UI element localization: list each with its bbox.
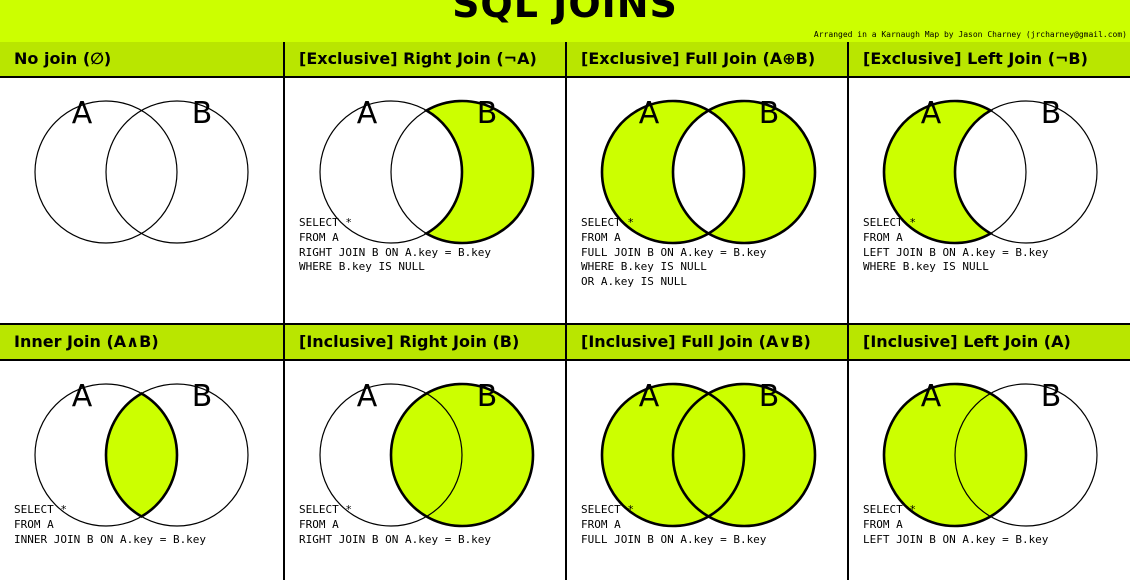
sql-line: SELECT *: [863, 503, 916, 516]
sql-line: SELECT *: [581, 216, 634, 229]
venn-diagram: AB: [0, 78, 282, 248]
sql-line: SELECT *: [14, 503, 67, 516]
sql-line: FROM A: [581, 517, 621, 531]
label-a: A: [639, 96, 660, 131]
panel-exclusive-left-join: [Exclusive] Left Join (¬B) A B SELECT * FR…: [847, 42, 1130, 325]
sql-line: SELECT *: [581, 503, 634, 516]
sql-line: FROM A: [581, 230, 621, 244]
label-a: A: [921, 96, 942, 131]
label-a: A: [921, 379, 942, 414]
join-grid: No join (∅) AB [Exclusive] Right Join (¬…: [0, 42, 1130, 580]
label-a: A: [72, 379, 93, 414]
sql-line: RIGHT JOIN B ON A.key = B.key: [299, 245, 492, 259]
panel-title: [Inclusive] Left Join (A): [849, 325, 1130, 361]
sql-line: INNER JOIN B ON A.key = B.key: [14, 532, 207, 546]
sql-code: SELECT * FROM A FULL JOIN B ON A.key = B.k…: [581, 216, 766, 290]
panel-title: [Exclusive] Full Join (A⊕B): [567, 42, 847, 78]
sql-line: FROM A: [14, 517, 54, 531]
label-a: A: [72, 96, 93, 131]
sql-line: FULL JOIN B ON A.key = B.key: [581, 532, 767, 546]
sql-line: RIGHT JOIN B ON A.key = B.key: [299, 532, 492, 546]
panel-exclusive-right-join: [Exclusive] Right Join (¬A) A B SELECT * F…: [283, 42, 565, 325]
sql-line: FROM A: [299, 230, 339, 244]
panel-inclusive-right-join: [Inclusive] Right Join (B) A B SELECT * FR…: [283, 325, 565, 580]
label-b: B: [759, 379, 780, 414]
sql-line: SELECT *: [299, 216, 352, 229]
sql-line: FROM A: [299, 517, 339, 531]
venn-svg: AB: [34, 96, 249, 244]
panel-inclusive-full-join: [Inclusive] Full Join (A∨B) AB SELECT * F…: [565, 325, 847, 580]
credit-line: Arranged in a Karnaugh Map by Jason Char…: [813, 30, 1127, 39]
panel-title: [Inclusive] Right Join (B): [285, 325, 565, 361]
region-intersection: [106, 393, 177, 517]
sql-line: WHERE B.key IS NULL: [581, 260, 707, 274]
sql-line: FULL JOIN B ON A.key = B.key: [581, 245, 767, 259]
panel-title: No join (∅): [0, 42, 283, 78]
sql-code: SELECT * FROM A RIGHT JOIN B ON A.key = B.…: [299, 216, 491, 275]
label-a: A: [639, 379, 660, 414]
panel-inclusive-left-join: [Inclusive] Left Join (A) A B SELECT * FRO…: [847, 325, 1130, 580]
sql-line: WHERE B.key IS NULL: [863, 260, 989, 274]
sql-code: SELECT * FROM A LEFT JOIN B ON A.key = B.k…: [863, 503, 1048, 547]
panel-title: [Exclusive] Left Join (¬B): [849, 42, 1130, 78]
sql-code: SELECT * FROM A INNER JOIN B ON A.key = B.…: [14, 503, 206, 547]
label-b: B: [759, 96, 780, 131]
sql-line: FROM A: [863, 230, 903, 244]
label-b: B: [1041, 96, 1062, 131]
page-title: SQL JOINS: [452, 0, 678, 26]
sql-code: SELECT * FROM A RIGHT JOIN B ON A.key = B.…: [299, 503, 491, 547]
sql-line: SELECT *: [863, 216, 916, 229]
label-b: B: [477, 379, 498, 414]
sql-code: SELECT * FROM A FULL JOIN B ON A.key = B.k…: [581, 503, 766, 547]
title-bar: SQL JOINS Arranged in a Karnaugh Map by …: [0, 0, 1130, 44]
sql-line: SELECT *: [299, 503, 352, 516]
panel-title: [Inclusive] Full Join (A∨B): [567, 325, 847, 361]
sql-code: SELECT * FROM A LEFT JOIN B ON A.key = B.k…: [863, 216, 1048, 275]
label-b: B: [192, 379, 213, 414]
sql-line: LEFT JOIN B ON A.key = B.key: [863, 532, 1049, 546]
panel-title: [Exclusive] Right Join (¬A): [285, 42, 565, 78]
label-b: B: [1041, 379, 1062, 414]
sql-line: OR A.key IS NULL: [581, 275, 687, 289]
label-a: A: [357, 379, 378, 414]
panel-exclusive-full-join: [Exclusive] Full Join (A⊕B) AB SELECT * F…: [565, 42, 847, 325]
sql-line: LEFT JOIN B ON A.key = B.key: [863, 245, 1049, 259]
panel-no-join: No join (∅) AB: [0, 42, 283, 325]
panel-title: Inner Join (A∧B): [0, 325, 283, 361]
label-a: A: [357, 96, 378, 131]
sql-line: FROM A: [863, 517, 903, 531]
label-b: B: [192, 96, 213, 131]
label-b: B: [477, 96, 498, 131]
panel-inner-join: Inner Join (A∧B) A B SELECT * FROM A INNER …: [0, 325, 283, 580]
sql-line: WHERE B.key IS NULL: [299, 260, 425, 274]
